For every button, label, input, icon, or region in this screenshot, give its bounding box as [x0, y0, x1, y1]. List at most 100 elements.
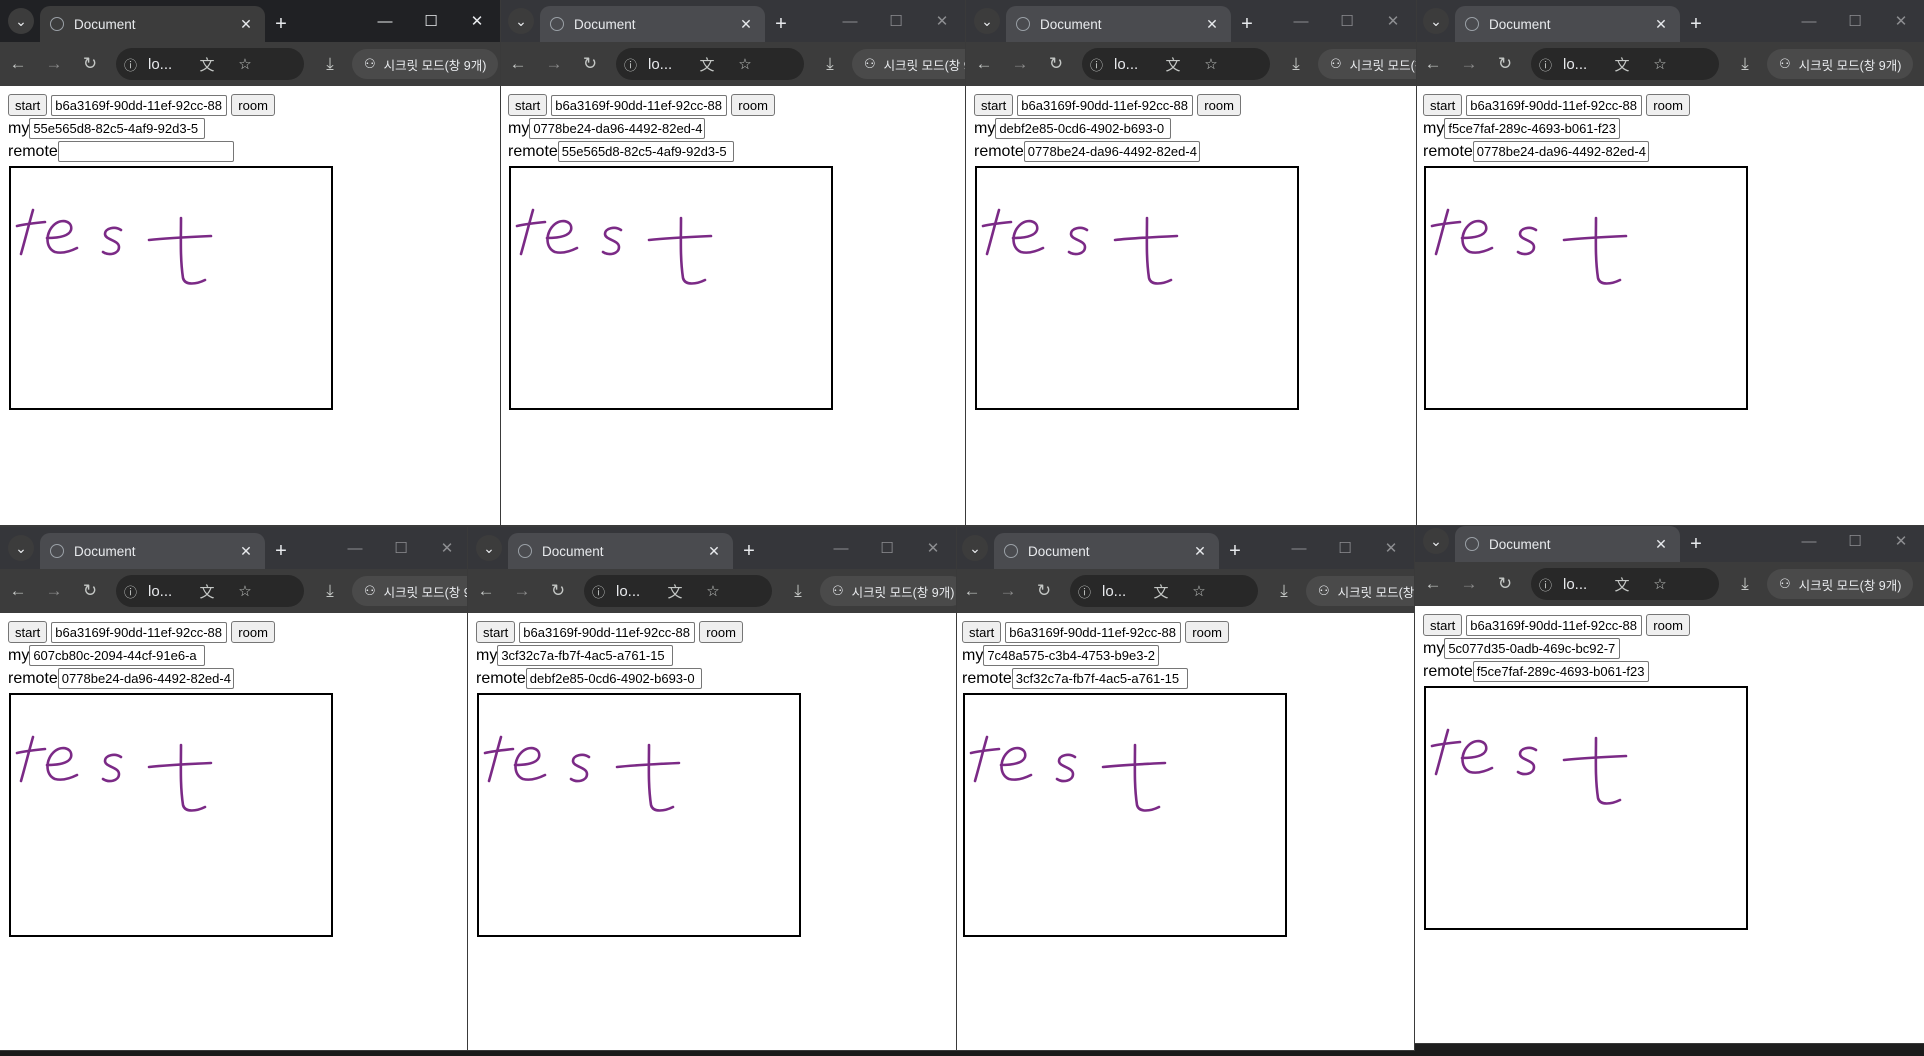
maximize-icon[interactable]: ☐: [1832, 12, 1878, 30]
room-id-input[interactable]: b6a3169f-90dd-11ef-92cc-88: [519, 621, 696, 643]
download-icon[interactable]: ⤓: [1727, 574, 1763, 594]
drawing-canvas[interactable]: [477, 693, 801, 937]
close-window-icon[interactable]: ✕: [1368, 539, 1414, 557]
browser-window-3[interactable]: ⌄ Document ✕ + — ☐ ✕ ← → ↻ ⓘ lo... 文 ☆ ⤓…: [966, 0, 1416, 525]
forward-icon[interactable]: →: [990, 581, 1026, 601]
address-bar[interactable]: ⓘ lo... 文 ☆: [1531, 48, 1719, 80]
tab-search-icon[interactable]: ⌄: [8, 8, 34, 34]
minimize-icon[interactable]: —: [1786, 533, 1832, 550]
start-button[interactable]: start: [508, 94, 548, 116]
download-icon[interactable]: ⤓: [1278, 54, 1314, 74]
room-id-input[interactable]: b6a3169f-90dd-11ef-92cc-88: [1017, 94, 1194, 116]
new-tab-button[interactable]: +: [733, 533, 765, 569]
incognito-badge[interactable]: ⚇ 시크릿 모드(창 9개): [1767, 569, 1914, 599]
download-icon[interactable]: ⤓: [1266, 581, 1302, 601]
browser-window-1[interactable]: ⌄ Document ✕ + — ☐ ✕ ← → ↻ ⓘ lo... 文 ☆ ⤓…: [0, 0, 500, 525]
back-icon[interactable]: ←: [0, 54, 36, 74]
forward-icon[interactable]: →: [1451, 574, 1487, 594]
incognito-badge[interactable]: ⚇ 시크릿 모드(창 9개): [352, 576, 470, 606]
room-button[interactable]: room: [699, 621, 743, 643]
title-bar[interactable]: ⌄ Document ✕ + — ☐ ✕: [1415, 520, 1924, 562]
remote-id-input[interactable]: debf2e85-0cd6-4902-b693-0: [525, 668, 702, 689]
forward-icon[interactable]: →: [536, 54, 572, 74]
start-button[interactable]: start: [1423, 94, 1463, 116]
bookmark-star-icon[interactable]: ☆: [694, 582, 732, 600]
back-icon[interactable]: ←: [468, 581, 504, 601]
bookmark-star-icon[interactable]: ☆: [1192, 55, 1230, 73]
new-tab-button[interactable]: +: [765, 6, 797, 42]
incognito-badge[interactable]: ⚇ 시크릿 모드(창 9개): [1306, 576, 1414, 606]
title-bar[interactable]: ⌄ Document ✕ + — ☐ ✕: [500, 0, 965, 42]
address-bar[interactable]: ⓘ lo... 文 ☆: [116, 48, 304, 80]
close-window-icon[interactable]: ✕: [424, 539, 470, 557]
maximize-icon[interactable]: ☐: [873, 12, 919, 30]
new-tab-button[interactable]: +: [1231, 6, 1263, 42]
room-button[interactable]: room: [731, 94, 775, 116]
translate-icon[interactable]: 文: [1154, 54, 1192, 75]
close-window-icon[interactable]: ✕: [910, 539, 956, 557]
remote-id-input[interactable]: f5ce7faf-289c-4693-b061-f23: [1472, 661, 1649, 682]
maximize-icon[interactable]: ☐: [378, 539, 424, 557]
back-icon[interactable]: ←: [954, 581, 990, 601]
download-icon[interactable]: ⤓: [312, 54, 348, 74]
my-id-input[interactable]: 55e565d8-82c5-4af9-92d3-5: [29, 118, 206, 139]
minimize-icon[interactable]: —: [1276, 540, 1322, 557]
translate-icon[interactable]: 文: [188, 581, 226, 602]
address-bar[interactable]: ⓘ lo... 文 ☆: [1082, 48, 1270, 80]
close-tab-icon[interactable]: ✕: [705, 543, 723, 560]
translate-icon[interactable]: 文: [1142, 581, 1180, 602]
room-button[interactable]: room: [1646, 614, 1690, 636]
tab-search-icon[interactable]: ⌄: [962, 535, 988, 561]
minimize-icon[interactable]: —: [818, 540, 864, 557]
maximize-icon[interactable]: ☐: [408, 12, 454, 30]
my-id-input[interactable]: 5c077d35-0adb-469c-bc92-7: [1444, 638, 1621, 659]
room-button[interactable]: room: [1646, 94, 1690, 116]
reload-icon[interactable]: ↻: [1487, 54, 1523, 74]
bookmark-star-icon[interactable]: ☆: [226, 582, 264, 600]
close-window-icon[interactable]: ✕: [1878, 12, 1924, 30]
drawing-canvas[interactable]: [509, 166, 833, 410]
back-icon[interactable]: ←: [1415, 574, 1451, 594]
address-bar[interactable]: ⓘ lo... 文 ☆: [1531, 568, 1719, 600]
close-tab-icon[interactable]: ✕: [1652, 536, 1670, 553]
reload-icon[interactable]: ↻: [72, 581, 108, 601]
download-icon[interactable]: ⤓: [1727, 54, 1763, 74]
incognito-badge[interactable]: ⚇ 시크릿 모드(창 9개): [352, 49, 499, 79]
my-id-input[interactable]: f5ce7faf-289c-4693-b061-f23: [1444, 118, 1621, 139]
browser-tab[interactable]: Document ✕: [994, 533, 1219, 569]
browser-window-2[interactable]: ⌄ Document ✕ + — ☐ ✕ ← → ↻ ⓘ lo... 文 ☆ ⤓…: [500, 0, 965, 525]
minimize-icon[interactable]: —: [332, 540, 378, 557]
back-icon[interactable]: ←: [0, 581, 36, 601]
drawing-canvas[interactable]: [9, 166, 333, 410]
site-info-icon[interactable]: ⓘ: [124, 55, 148, 74]
remote-id-input[interactable]: 0778be24-da96-4492-82ed-4: [1472, 141, 1649, 162]
minimize-icon[interactable]: —: [827, 13, 873, 30]
address-bar[interactable]: ⓘ lo... 文 ☆: [616, 48, 804, 80]
bookmark-star-icon[interactable]: ☆: [1641, 575, 1679, 593]
remote-id-input[interactable]: [57, 141, 234, 162]
new-tab-button[interactable]: +: [1219, 533, 1251, 569]
bookmark-star-icon[interactable]: ☆: [226, 55, 264, 73]
back-icon[interactable]: ←: [1415, 54, 1451, 74]
browser-window-4[interactable]: ⌄ Document ✕ + — ☐ ✕ ← → ↻ ⓘ lo... 文 ☆ ⤓…: [1415, 0, 1924, 525]
start-button[interactable]: start: [476, 621, 516, 643]
forward-icon[interactable]: →: [36, 581, 72, 601]
my-id-input[interactable]: 607cb80c-2094-44cf-91e6-a: [29, 645, 206, 666]
minimize-icon[interactable]: —: [1786, 13, 1832, 30]
new-tab-button[interactable]: +: [1680, 6, 1712, 42]
maximize-icon[interactable]: ☐: [864, 539, 910, 557]
close-window-icon[interactable]: ✕: [1370, 12, 1416, 30]
drawing-canvas[interactable]: [975, 166, 1299, 410]
download-icon[interactable]: ⤓: [780, 581, 816, 601]
room-id-input[interactable]: b6a3169f-90dd-11ef-92cc-88: [551, 94, 728, 116]
close-tab-icon[interactable]: ✕: [1652, 16, 1670, 33]
room-button[interactable]: room: [1185, 621, 1229, 643]
back-icon[interactable]: ←: [500, 54, 536, 74]
incognito-badge[interactable]: ⚇ 시크릿 모드(창 9개): [1767, 49, 1914, 79]
incognito-badge[interactable]: ⚇ 시크릿 모드(창 9개): [1318, 49, 1416, 79]
title-bar[interactable]: ⌄ Document ✕ + — ☐ ✕: [966, 0, 1416, 42]
bookmark-star-icon[interactable]: ☆: [726, 55, 764, 73]
new-tab-button[interactable]: +: [265, 6, 297, 42]
translate-icon[interactable]: 文: [688, 54, 726, 75]
download-icon[interactable]: ⤓: [812, 54, 848, 74]
